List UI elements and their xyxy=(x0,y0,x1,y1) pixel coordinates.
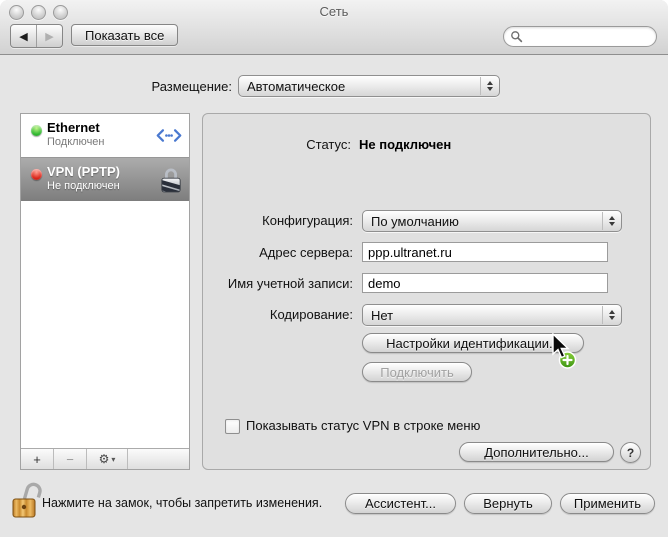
connect-button[interactable]: Подключить xyxy=(362,362,472,382)
revert-button[interactable]: Вернуть xyxy=(464,493,552,514)
server-address-row: Адрес сервера: xyxy=(203,242,650,266)
show-all-button[interactable]: Показать все xyxy=(71,24,179,46)
actions-menu-button[interactable]: ⚙ ▾ xyxy=(87,449,128,469)
title-bar: Сеть ◀ ▶ Показать все xyxy=(0,0,668,55)
status-value: Не подключен xyxy=(359,137,452,152)
forward-button[interactable]: ▶ xyxy=(36,25,62,47)
window-title: Сеть xyxy=(319,4,349,19)
status-label: Статус: xyxy=(306,137,351,152)
configuration-row: Конфигурация: По умолчанию xyxy=(203,210,650,234)
search-input[interactable] xyxy=(526,28,640,45)
advanced-button[interactable]: Дополнительно... xyxy=(459,442,614,462)
account-name-label: Имя учетной записи: xyxy=(227,276,353,291)
service-row-vpn-pptp[interactable]: VPN (PPTP) Не подключен xyxy=(21,157,189,201)
encoding-row: Кодирование: Нет xyxy=(203,304,650,328)
account-name-row: Имя учетной записи: xyxy=(203,273,650,297)
auth-settings-button[interactable]: Настройки идентификации... xyxy=(362,333,584,353)
service-name: Ethernet xyxy=(47,120,100,135)
service-actions-bar: + − ⚙ ▾ xyxy=(21,448,189,469)
nav-back-forward: ◀ ▶ xyxy=(10,24,63,48)
lock-message: Нажмите на замок, чтобы запретить измене… xyxy=(42,496,323,510)
menu-status-row: Показывать статус VPN в строке меню xyxy=(203,418,650,442)
vpn-settings-panel: Статус: Не подключен Конфигурация: По ум… xyxy=(202,113,651,470)
remove-service-button[interactable]: − xyxy=(54,449,87,469)
advanced-row: Дополнительно... ? xyxy=(203,442,650,466)
connect-row: Подключить xyxy=(203,362,650,386)
unlock-padlock-icon[interactable] xyxy=(10,479,44,526)
services-list: Ethernet Подключен VPN (PPTP) Не подключ… xyxy=(20,113,190,470)
chevron-down-icon: ▾ xyxy=(111,454,116,464)
location-label: Размещение: xyxy=(151,79,232,94)
encoding-label: Кодирование: xyxy=(269,307,353,322)
encoding-popup[interactable]: Нет xyxy=(362,304,622,326)
location-popup[interactable]: Автоматическое xyxy=(238,75,500,97)
account-name-field[interactable] xyxy=(362,273,608,293)
status-row: Статус: Не подключен xyxy=(203,134,650,158)
gear-icon: ⚙ xyxy=(98,452,110,466)
configuration-label: Конфигурация: xyxy=(262,213,353,228)
ethernet-icon xyxy=(156,114,182,157)
connected-status-dot xyxy=(31,125,42,136)
server-address-field[interactable] xyxy=(362,242,608,262)
assistant-button[interactable]: Ассистент... xyxy=(345,493,456,514)
show-vpn-status-checkbox[interactable] xyxy=(225,419,240,434)
service-status: Подключен xyxy=(47,136,105,148)
back-button[interactable]: ◀ xyxy=(11,25,36,47)
encoding-value: Нет xyxy=(371,307,394,323)
vpn-lock-icon xyxy=(160,158,182,201)
add-service-button[interactable]: + xyxy=(21,449,54,469)
popup-stepper-icon xyxy=(602,212,621,230)
server-address-label: Адрес сервера: xyxy=(259,245,353,260)
popup-stepper-icon xyxy=(602,306,621,324)
search-icon xyxy=(511,31,523,43)
popup-stepper-icon xyxy=(480,77,499,95)
service-row-ethernet[interactable]: Ethernet Подключен xyxy=(21,114,189,157)
auth-settings-row: Настройки идентификации... xyxy=(203,333,650,357)
network-preferences-window: Сеть ◀ ▶ Показать все Размещение: Автома… xyxy=(0,0,668,537)
configuration-popup[interactable]: По умолчанию xyxy=(362,210,622,232)
service-status: Не подключен xyxy=(47,180,120,192)
apply-button[interactable]: Применить xyxy=(560,493,655,514)
show-vpn-status-label: Показывать статус VPN в строке меню xyxy=(246,418,481,433)
location-value: Автоматическое xyxy=(247,78,346,94)
service-name: VPN (PPTP) xyxy=(47,164,120,179)
disconnected-status-dot xyxy=(31,169,42,180)
help-button[interactable]: ? xyxy=(620,442,641,463)
search-field xyxy=(503,26,657,47)
configuration-value: По умолчанию xyxy=(371,213,459,229)
